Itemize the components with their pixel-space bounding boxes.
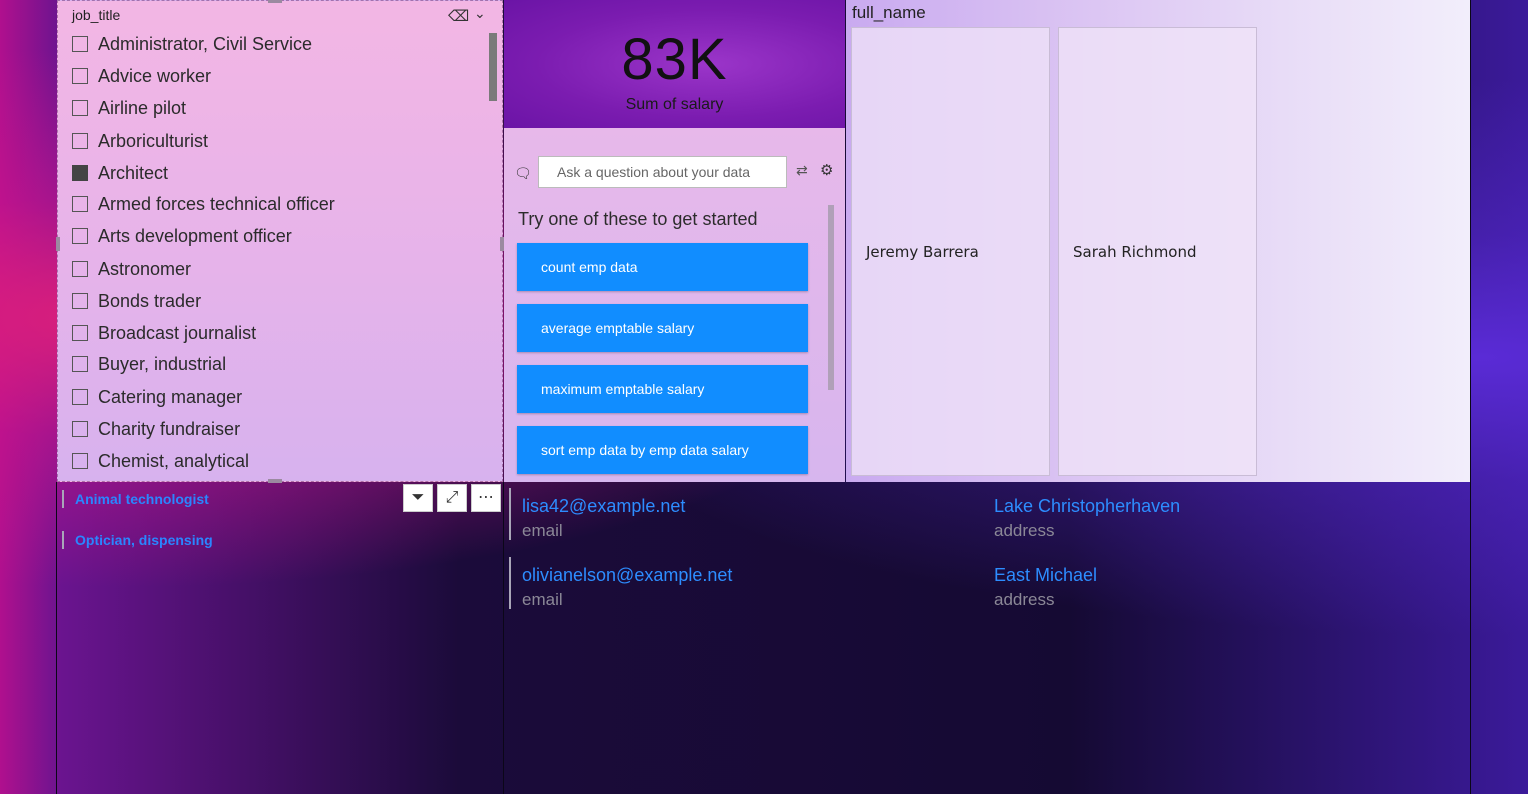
more-options-icon[interactable]: ⋯: [471, 484, 501, 512]
slicer-item-label: Arts development officer: [98, 225, 292, 246]
checkbox[interactable]: [72, 196, 88, 212]
suggestion-button[interactable]: sort emp data by emp data salary: [517, 426, 808, 474]
convert-visual-icon[interactable]: ⇄: [796, 162, 808, 179]
checkbox[interactable]: [72, 133, 88, 149]
slicer-item[interactable]: Armed forces technical officer: [72, 192, 335, 216]
checkbox[interactable]: [72, 453, 88, 469]
suggestion-button[interactable]: maximum emptable salary: [517, 365, 808, 413]
slicer-item-label: Arboriculturist: [98, 130, 209, 151]
focus-mode-icon[interactable]: ⤢: [437, 484, 467, 512]
email-caption: email: [522, 590, 563, 609]
name-card[interactable]: Sarah Richmond: [1058, 27, 1257, 476]
qa-scrollbar[interactable]: [828, 205, 834, 390]
email-caption: email: [522, 521, 563, 540]
gear-icon[interactable]: ⚙: [820, 161, 833, 179]
suggestion-button[interactable]: average emptable salary: [517, 304, 808, 352]
qa-panel: 🗨 Ask a question about your data ⇄ ⚙ Try…: [504, 128, 845, 482]
checkbox[interactable]: [72, 165, 88, 181]
slicer-item[interactable]: Astronomer: [72, 257, 191, 281]
list-item[interactable]: Animal technologist: [62, 490, 209, 508]
resize-handle-left[interactable]: [56, 237, 60, 251]
address-value[interactable]: Lake Christopherhaven: [994, 496, 1180, 517]
checkbox[interactable]: [72, 100, 88, 116]
slicer-title: job_title: [72, 7, 121, 23]
name-card-label: Sarah Richmond: [1073, 243, 1197, 261]
address-value[interactable]: East Michael: [994, 565, 1097, 586]
slicer-item[interactable]: Chemist, analytical: [72, 449, 249, 473]
checkbox[interactable]: [72, 68, 88, 84]
email-value[interactable]: lisa42@example.net: [522, 496, 685, 517]
suggestion-button[interactable]: count emp data: [517, 243, 808, 291]
job-title-slicer: job_title ⌫ ⌄ Administrator, Civil Servi…: [56, 0, 504, 483]
slicer-item-label: Architect: [98, 162, 169, 183]
address-caption: address: [994, 521, 1055, 540]
slicer-item-label: Astronomer: [98, 258, 192, 279]
slicer-item-label: Advice worker: [98, 65, 212, 86]
kpi-caption: Sum of salary: [625, 96, 724, 113]
name-card-label: Jeremy Barrera: [866, 243, 979, 261]
slicer-item-label: Broadcast journalist: [98, 322, 257, 343]
slicer-item[interactable]: Administrator, Civil Service: [72, 32, 312, 56]
slicer-item-label: Buyer, industrial: [98, 353, 227, 374]
checkbox[interactable]: [72, 356, 88, 372]
divider: [1470, 0, 1471, 794]
divider: [56, 482, 57, 794]
chevron-down-icon[interactable]: ⌄: [474, 5, 486, 22]
checkbox[interactable]: [72, 261, 88, 277]
slicer-item[interactable]: Bonds trader: [72, 289, 201, 313]
slicer-item[interactable]: Advice worker: [72, 64, 211, 88]
slicer-item[interactable]: Buyer, industrial: [72, 352, 226, 376]
slicer-item[interactable]: Arts development officer: [72, 224, 292, 248]
slicer-item[interactable]: Architect: [72, 161, 168, 185]
slicer-scrollbar[interactable]: [489, 33, 497, 101]
address-caption: address: [994, 590, 1055, 609]
kpi-card: 83K Sum of salary: [504, 0, 845, 128]
name-card[interactable]: Jeremy Barrera: [851, 27, 1050, 476]
full-name-panel: full_name Jeremy Barrera Sarah Richmond: [846, 0, 1470, 482]
card-accent-bar: [509, 488, 511, 540]
resize-handle-top[interactable]: [268, 0, 282, 3]
card-accent-bar: [509, 557, 511, 609]
chat-icon: 🗨: [514, 165, 532, 181]
slicer-item-label: Administrator, Civil Service: [98, 33, 313, 54]
checkbox[interactable]: [72, 421, 88, 437]
slicer-item-label: Charity fundraiser: [98, 418, 241, 439]
full-name-title: full_name: [852, 3, 926, 22]
divider: [503, 482, 504, 794]
checkbox[interactable]: [72, 228, 88, 244]
email-value[interactable]: olivianelson@example.net: [522, 565, 732, 586]
qa-try-text: Try one of these to get started: [518, 209, 758, 229]
filter-icon[interactable]: ⏷: [403, 484, 433, 512]
slicer-item[interactable]: Arboriculturist: [72, 129, 208, 153]
checkbox[interactable]: [72, 325, 88, 341]
slicer-item-label: Bonds trader: [98, 290, 202, 311]
slicer-item[interactable]: Catering manager: [72, 385, 242, 409]
eraser-icon[interactable]: ⌫: [448, 7, 469, 25]
slicer-item[interactable]: Charity fundraiser: [72, 417, 240, 441]
kpi-value: 83K: [621, 27, 728, 92]
job-list-panel: Animal technologist Optician, dispensing…: [57, 482, 503, 794]
slicer-item-label: Catering manager: [98, 386, 243, 407]
checkbox[interactable]: [72, 36, 88, 52]
slicer-item-label: Airline pilot: [98, 97, 187, 118]
slicer-item-label: Armed forces technical officer: [98, 193, 335, 214]
list-item[interactable]: Optician, dispensing: [62, 531, 213, 549]
slicer-item[interactable]: Airline pilot: [72, 96, 186, 120]
checkbox[interactable]: [72, 293, 88, 309]
slicer-item-label: Chemist, analytical: [98, 450, 250, 471]
checkbox[interactable]: [72, 389, 88, 405]
slicer-item[interactable]: Broadcast journalist: [72, 321, 256, 345]
qa-question-input[interactable]: Ask a question about your data: [538, 156, 787, 188]
